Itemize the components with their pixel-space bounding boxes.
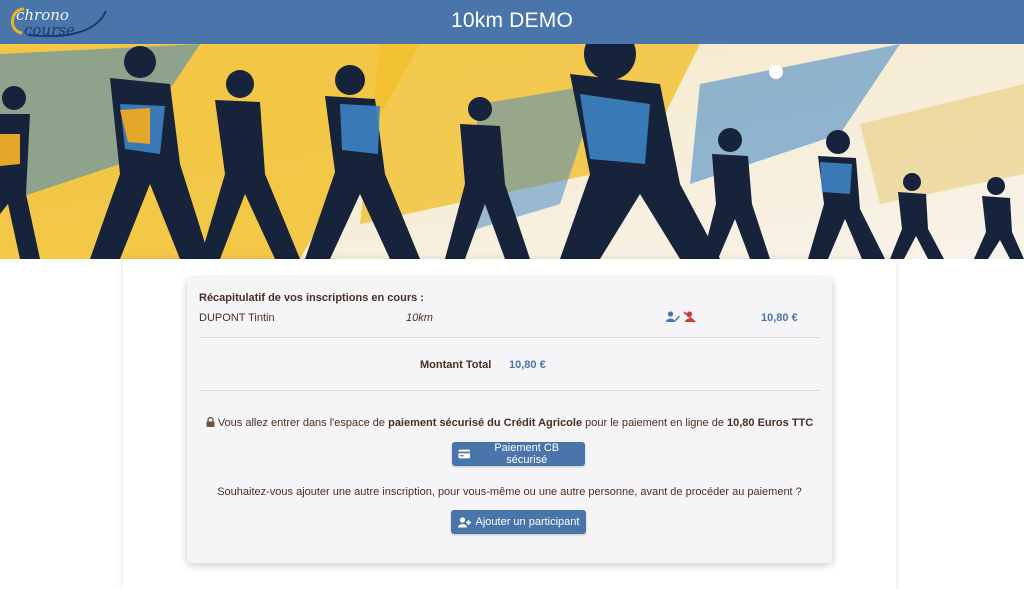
- secure-payment-notice: Vous allez entrer dans l'espace de paiem…: [187, 416, 832, 429]
- add-participant-label: Ajouter un participant: [475, 516, 580, 528]
- registration-summary-card: Récapitulatif de vos inscriptions en cou…: [187, 278, 832, 563]
- edit-participant-icon[interactable]: [666, 311, 680, 323]
- secure-card-payment-label: Paiement CB sécurisé: [494, 442, 560, 466]
- payment-text-middle: pour le paiement en ligne de: [582, 417, 728, 429]
- remove-participant-icon[interactable]: [683, 311, 696, 323]
- divider: [199, 390, 820, 391]
- add-participant-button[interactable]: Ajouter un participant: [451, 510, 586, 534]
- header-bar: chrono course 10km DEMO: [0, 0, 1024, 44]
- table-row: DUPONT Tintin 10km 10,80 €: [199, 311, 820, 328]
- secure-card-payment-button[interactable]: Paiement CB sécurisé: [452, 442, 585, 466]
- row-amount: 10,80 €: [761, 312, 798, 324]
- row-actions: [666, 311, 696, 323]
- total-label: Montant Total: [420, 359, 492, 371]
- payment-text-before: Vous allez entrer dans l'espace de: [217, 417, 389, 429]
- divider: [199, 337, 820, 338]
- payment-amount: 10,80 Euros TTC: [727, 417, 814, 429]
- total-value: 10,80 €: [509, 359, 546, 371]
- participant-name: DUPONT Tintin: [199, 312, 275, 324]
- recap-title: Récapitulatif de vos inscriptions en cou…: [199, 292, 424, 304]
- user-plus-icon: [457, 516, 471, 527]
- race-name: 10km: [406, 312, 433, 324]
- payment-provider: paiement sécurisé du Crédit Agricole: [388, 417, 583, 429]
- runners-banner-image: [0, 44, 1024, 259]
- page-title: 10km DEMO: [451, 9, 573, 32]
- lock-icon: [206, 416, 215, 427]
- add-participant-question: Souhaitez-vous ajouter une autre inscrip…: [217, 486, 802, 498]
- credit-card-icon: [458, 449, 471, 459]
